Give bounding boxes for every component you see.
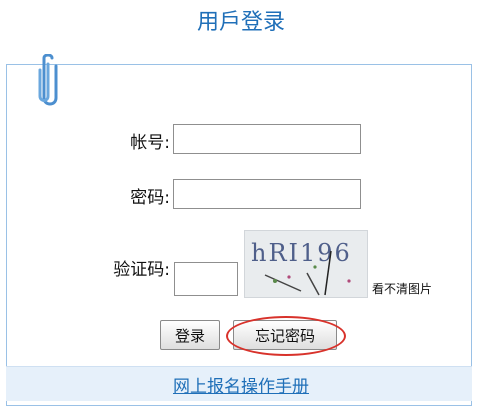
login-panel — [6, 64, 472, 406]
manual-link[interactable]: 网上报名操作手册 — [0, 372, 482, 397]
account-input[interactable] — [173, 124, 361, 154]
account-label: 帐号: — [130, 133, 170, 153]
captcha-refresh-link[interactable]: 看不清图片 — [372, 280, 432, 297]
password-label: 密码: — [130, 188, 170, 208]
paperclip-icon — [38, 54, 58, 106]
password-input[interactable] — [173, 179, 361, 209]
captcha-text: hRI196 — [251, 239, 352, 267]
captcha-image[interactable]: hRI196 — [244, 230, 368, 298]
forgot-password-button[interactable]: 忘记密码 — [233, 320, 337, 350]
captcha-input[interactable] — [174, 262, 238, 296]
page-title: 用戶登录 — [196, 10, 285, 35]
login-button[interactable]: 登录 — [160, 320, 220, 350]
captcha-label: 验证码: — [113, 260, 170, 280]
